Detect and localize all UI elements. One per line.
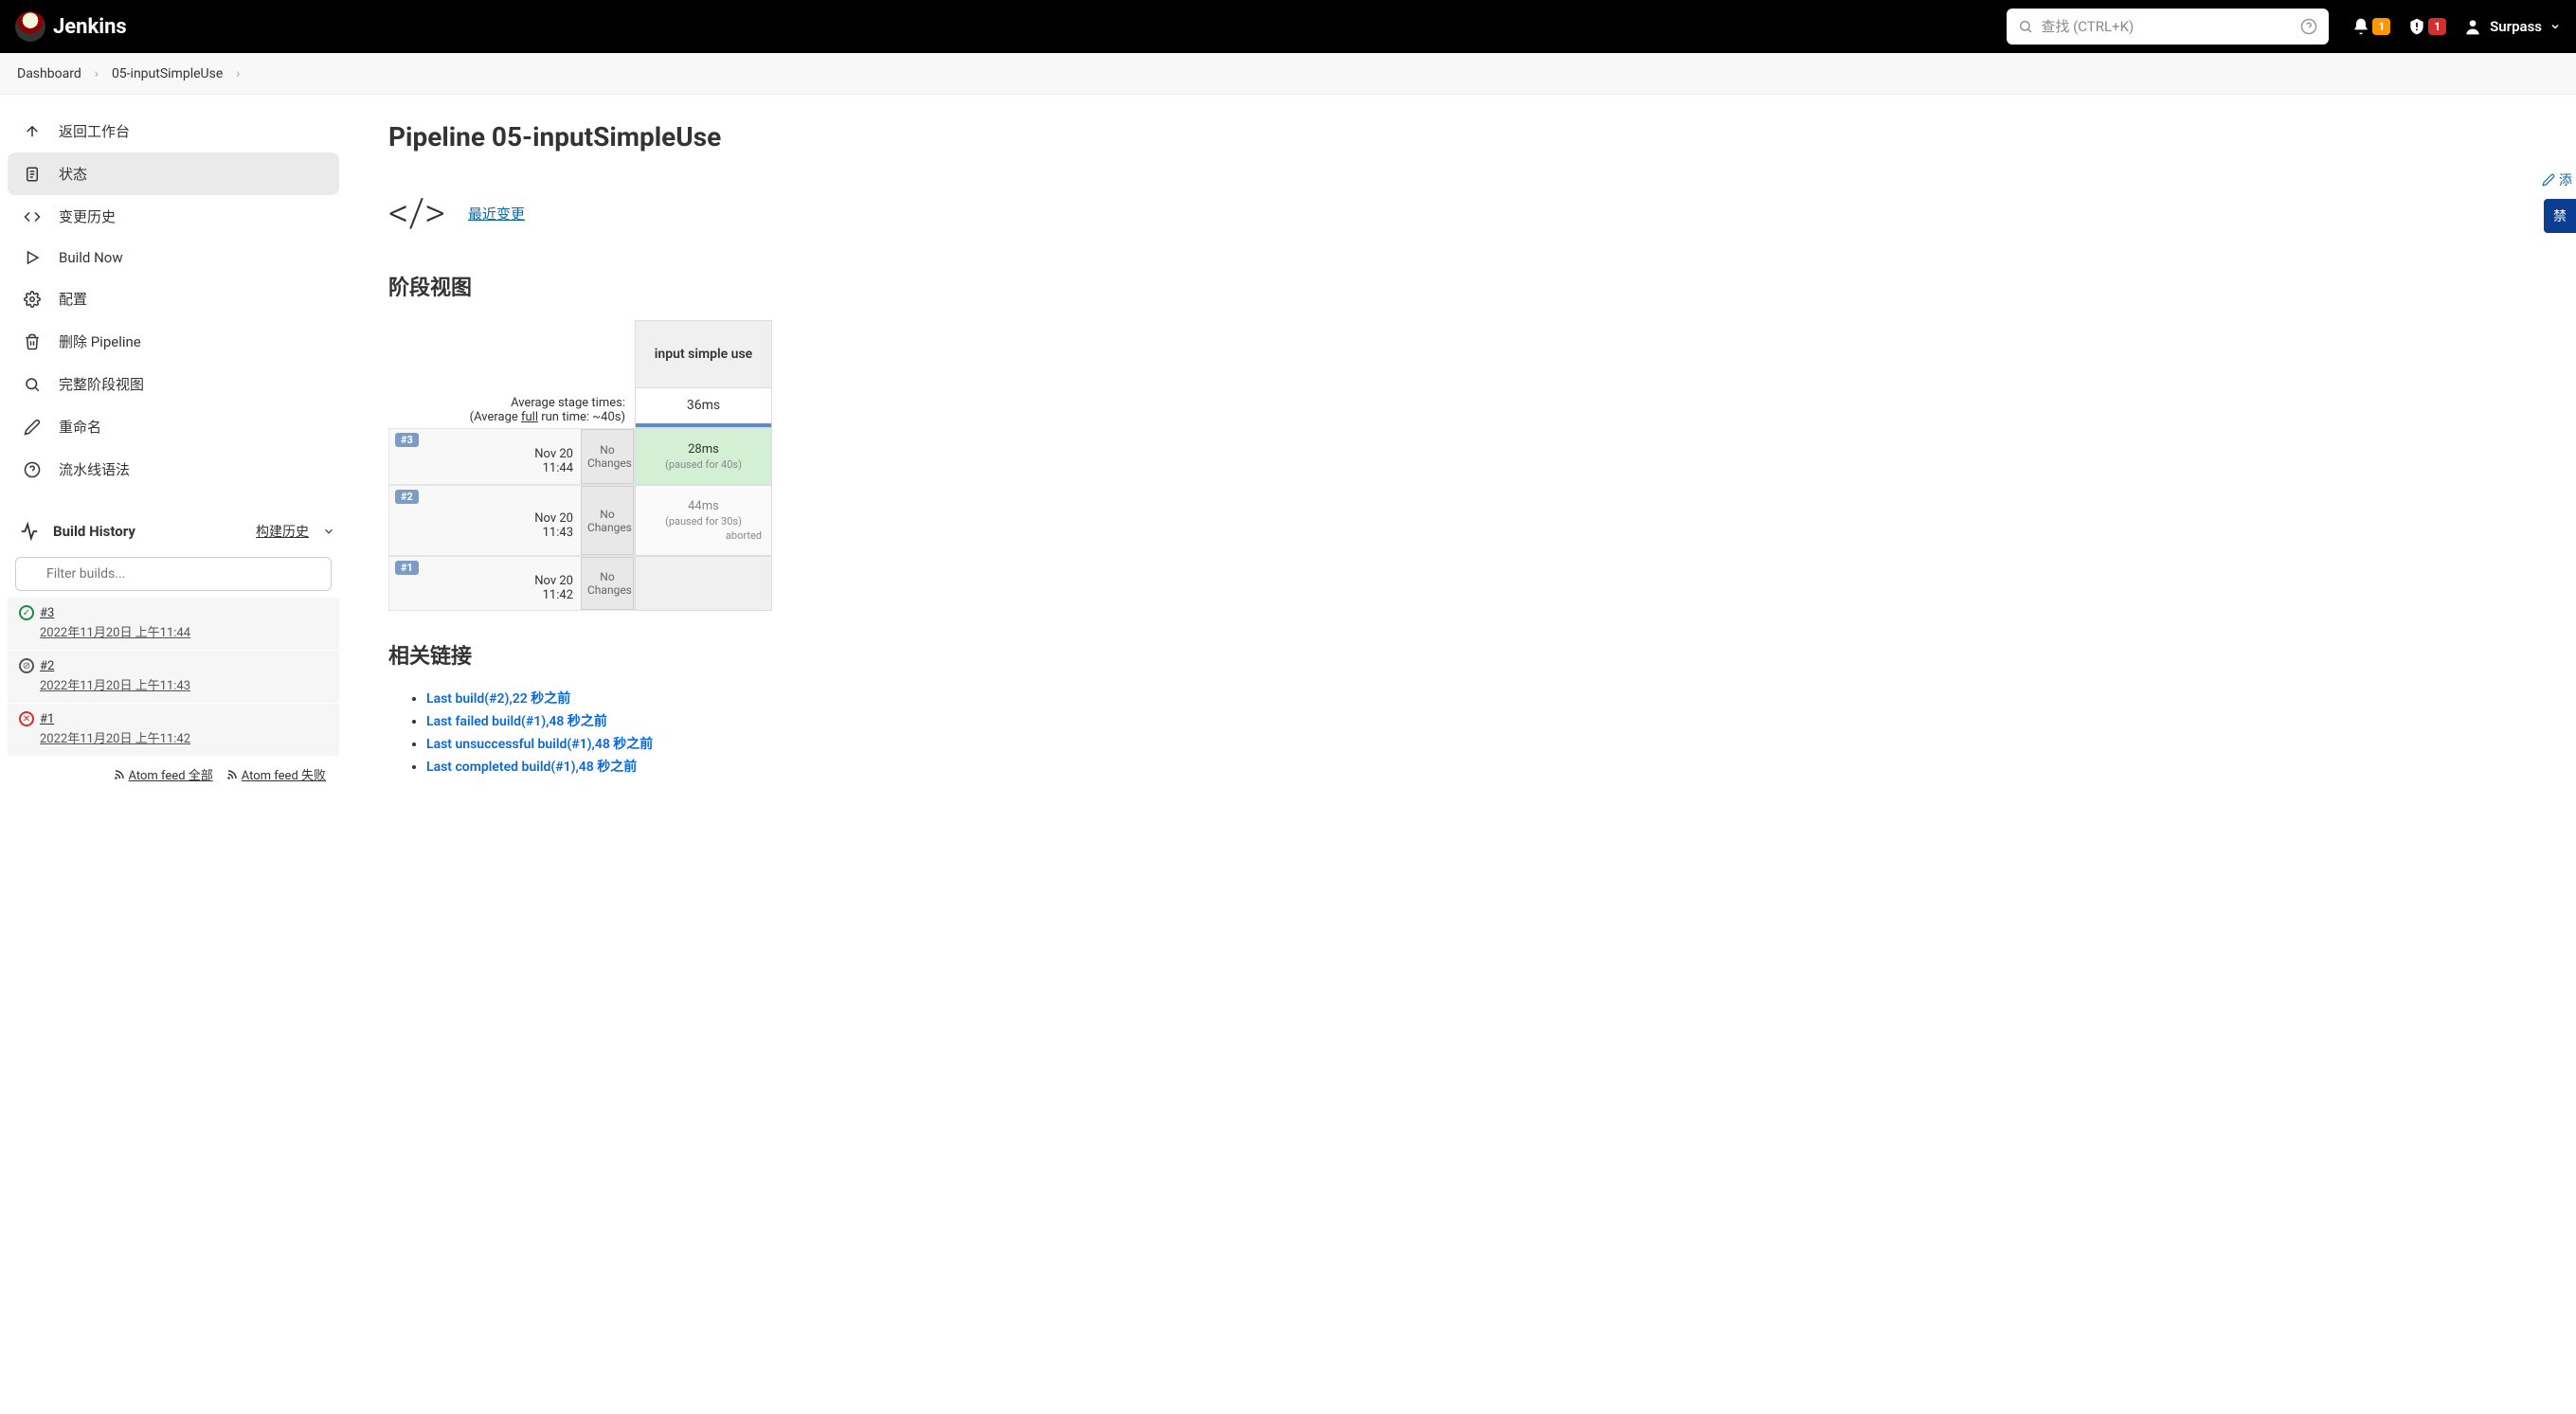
build-list: ✓ #3 2022年11月20日 上午11:44 ⊘ #2 2022年11月20…: [8, 597, 339, 756]
breadcrumb-job[interactable]: 05-inputSimpleUse: [112, 66, 223, 81]
breadcrumb: Dashboard › 05-inputSimpleUse ›: [0, 53, 2576, 95]
arrow-up-icon: [23, 123, 42, 140]
trend-icon: [19, 521, 40, 542]
sidebar-item-build-now[interactable]: Build Now: [8, 238, 339, 277]
chevron-down-icon: [2549, 21, 2561, 32]
main-content: Pipeline 05-inputSimpleUse 添 禁 </> 最近变更 …: [351, 95, 2576, 808]
notifications-button[interactable]: 1: [2351, 17, 2390, 36]
stage-cell[interactable]: [635, 556, 772, 611]
brand-text: Jenkins: [53, 15, 127, 39]
jenkins-logo-icon: [15, 11, 45, 42]
user-menu[interactable]: Surpass: [2463, 17, 2561, 36]
pencil-icon: [23, 419, 42, 436]
sidebar-item-syntax[interactable]: 流水线语法: [8, 448, 339, 491]
top-header: Jenkins 1 1 Surpass: [0, 0, 2576, 53]
search-input[interactable]: [2041, 18, 2293, 35]
alert-badge: 1: [2428, 18, 2446, 35]
stage-view-title: 阶段视图: [388, 271, 2538, 301]
build-history-header: Build History 构建历史: [8, 511, 339, 551]
no-changes: No Changes: [581, 486, 634, 555]
build-history-link[interactable]: 构建历史: [256, 522, 309, 541]
related-link[interactable]: Last completed build(#1),48 秒之前: [426, 760, 637, 775]
breadcrumb-dashboard[interactable]: Dashboard: [17, 66, 81, 81]
sidebar-item-configure[interactable]: 配置: [8, 277, 339, 320]
alerts-button[interactable]: 1: [2407, 17, 2446, 36]
related-links-title: 相关链接: [388, 639, 2538, 670]
status-aborted-icon: ⊘: [19, 658, 34, 673]
related-link[interactable]: Last unsuccessful build(#1),48 秒之前: [426, 737, 653, 752]
sidebar-item-delete[interactable]: 删除 Pipeline: [8, 320, 339, 363]
edit-description-link[interactable]: 添: [2542, 170, 2576, 189]
trash-icon: [23, 333, 42, 350]
feed-links: Atom feed 全部 Atom feed 失败: [8, 756, 339, 793]
avg-label: Average stage times: (Average full run t…: [388, 388, 635, 428]
recent-changes: </> 最近变更: [388, 190, 2538, 237]
stage-cell[interactable]: 44ms (paused for 30s) aborted: [635, 485, 772, 556]
status-success-icon: ✓: [19, 605, 34, 620]
stage-header: input simple use: [635, 320, 772, 388]
bell-icon: [2351, 17, 2370, 36]
chevron-right-icon: ›: [95, 66, 99, 81]
stage-row: #2 Nov 2011:43 No Changes 44ms (paused f…: [388, 485, 772, 556]
stage-row: #3 Nov 2011:44 No Changes 28ms (paused f…: [388, 428, 772, 485]
no-changes: No Changes: [581, 429, 634, 484]
rss-icon: [114, 769, 125, 780]
pencil-icon: [2542, 173, 2555, 187]
chevron-right-icon: ›: [236, 66, 240, 81]
build-badge: #3: [395, 433, 419, 447]
no-changes: No Changes: [581, 557, 634, 610]
sidebar-item-full-stage[interactable]: 完整阶段视图: [8, 363, 339, 405]
filter-builds-input[interactable]: [15, 557, 332, 591]
code-icon: [23, 208, 42, 225]
stage-cell[interactable]: 28ms (paused for 40s): [635, 428, 772, 485]
recent-changes-link[interactable]: 最近变更: [468, 204, 525, 224]
notif-badge: 1: [2372, 18, 2390, 35]
related-link[interactable]: Last failed build(#1),48 秒之前: [426, 714, 607, 729]
logo[interactable]: Jenkins: [15, 11, 127, 42]
page-title: Pipeline 05-inputSimpleUse: [388, 121, 2538, 152]
build-badge: #1: [395, 561, 419, 575]
related-links: 相关链接 Last build(#2),22 秒之前 Last failed b…: [388, 639, 2538, 776]
build-badge: #2: [395, 490, 419, 504]
sidebar-item-back[interactable]: 返回工作台: [8, 110, 339, 152]
help-icon[interactable]: [2300, 18, 2317, 35]
shield-icon: [2407, 17, 2426, 36]
stage-view: input simple use Average stage times: (A…: [388, 320, 2538, 611]
build-item[interactable]: ✕ #1 2022年11月20日 上午11:42: [8, 703, 339, 756]
gear-icon: [23, 291, 42, 308]
sidebar-item-rename[interactable]: 重命名: [8, 405, 339, 448]
code-icon: </>: [388, 190, 445, 237]
related-link[interactable]: Last build(#2),22 秒之前: [426, 691, 570, 707]
build-item[interactable]: ✓ #3 2022年11月20日 上午11:44: [8, 597, 339, 650]
user-name: Surpass: [2490, 18, 2542, 35]
chevron-down-icon[interactable]: [322, 525, 335, 538]
document-icon: [23, 166, 42, 183]
search-icon: [2018, 19, 2033, 34]
avg-time-cell: 36ms: [635, 388, 772, 428]
disable-button[interactable]: 禁: [2544, 199, 2576, 233]
search-icon: [23, 376, 42, 393]
play-icon: [23, 249, 42, 266]
rss-icon: [226, 769, 238, 780]
sidebar: 返回工作台 状态 变更历史 Build Now 配置 删除 Pipeline 完…: [0, 95, 351, 808]
help-icon: [23, 461, 42, 478]
atom-feed-all[interactable]: Atom feed 全部: [114, 765, 213, 783]
build-item[interactable]: ⊘ #2 2022年11月20日 上午11:43: [8, 650, 339, 703]
status-failed-icon: ✕: [19, 711, 34, 726]
user-icon: [2463, 17, 2482, 36]
sidebar-item-changes[interactable]: 变更历史: [8, 195, 339, 238]
atom-feed-fail[interactable]: Atom feed 失败: [226, 765, 326, 783]
sidebar-item-status[interactable]: 状态: [8, 152, 339, 195]
search-box[interactable]: [2007, 9, 2329, 45]
stage-row: #1 Nov 2011:42 No Changes: [388, 556, 772, 611]
